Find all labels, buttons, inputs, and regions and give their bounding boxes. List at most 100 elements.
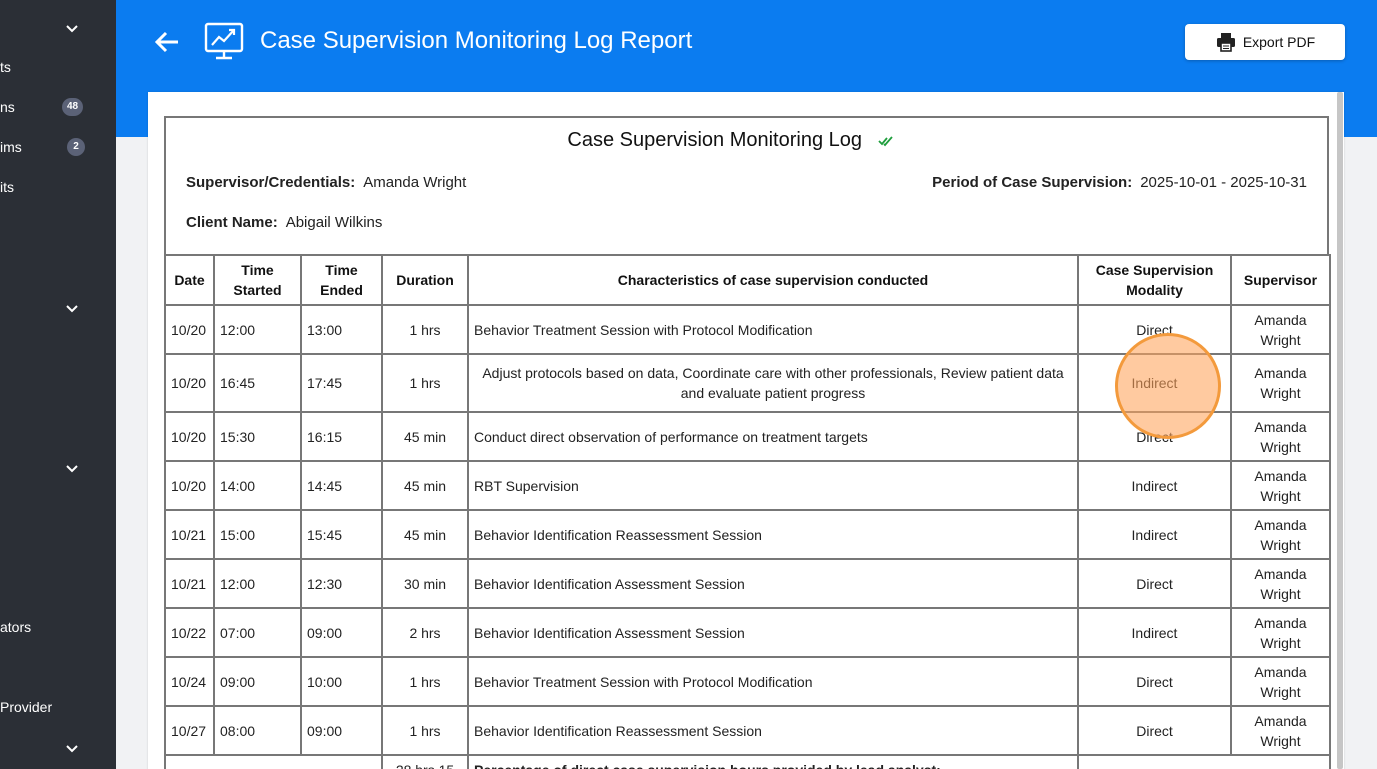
cell-modality: Direct — [1077, 656, 1232, 707]
sidebar-item-5[interactable]: ators — [0, 619, 31, 635]
double-check-icon — [877, 136, 893, 147]
table-row: 10/22 07:00 09:00 2 hrs Behavior Identif… — [164, 607, 1331, 658]
total-duration: 28 hrs 15 — [381, 754, 469, 769]
client-value: Abigail Wilkins — [285, 214, 383, 231]
export-pdf-button[interactable]: Export PDF — [1185, 24, 1345, 60]
chevron-down-icon[interactable] — [64, 300, 80, 316]
cell-modality: Indirect — [1077, 607, 1232, 658]
cell-duration: 1 hrs — [381, 353, 469, 413]
cell-time-ended: 16:15 — [300, 411, 383, 462]
table-row: 10/21 12:00 12:30 30 min Behavior Identi… — [164, 558, 1331, 609]
printer-icon — [1216, 33, 1235, 52]
cell-characteristics: Behavior Treatment Session with Protocol… — [467, 304, 1079, 355]
cell-duration: 1 hrs — [381, 304, 469, 355]
page-title: Case Supervision Monitoring Log Report — [260, 27, 693, 54]
cell-time-ended: 14:45 — [300, 460, 383, 511]
cell-supervisor: Amanda Wright — [1230, 558, 1331, 609]
chevron-down-icon[interactable] — [64, 460, 80, 476]
cell-date: 10/20 — [164, 304, 215, 355]
cell-time-ended: 17:45 — [300, 353, 383, 413]
chevron-down-icon[interactable] — [64, 20, 80, 36]
cell-supervisor: Amanda Wright — [1230, 411, 1331, 462]
scrollbar[interactable] — [1337, 92, 1343, 769]
back-button[interactable] — [152, 28, 182, 56]
cell-characteristics: Conduct direct observation of performanc… — [467, 411, 1079, 462]
column-header-date: Date — [164, 254, 215, 306]
sidebar-item-4[interactable]: its — [0, 179, 14, 195]
cell-date: 10/27 — [164, 705, 215, 756]
cell-time-started: 12:00 — [213, 558, 302, 609]
cell-time-started: 14:00 — [213, 460, 302, 511]
client-name: Client Name: Abigail Wilkins — [186, 214, 382, 231]
percentage-label: Percentage of direct case supervision ho… — [467, 754, 1079, 769]
cell-time-started: 07:00 — [213, 607, 302, 658]
sidebar-item-label: ims — [0, 139, 22, 155]
cell-time-started: 15:30 — [213, 411, 302, 462]
arrow-left-icon — [154, 31, 178, 53]
cell-date: 10/21 — [164, 509, 215, 560]
cell-modality: Direct — [1077, 558, 1232, 609]
report-title-text: Case Supervision Monitoring Log — [567, 129, 863, 151]
cell-supervisor: Amanda Wright — [1230, 353, 1331, 413]
cell-duration: 45 min — [381, 509, 469, 560]
cell-modality: Direct — [1077, 304, 1232, 355]
table-row: 10/20 15:30 16:15 45 min Conduct direct … — [164, 411, 1331, 462]
cell-supervisor: Amanda Wright — [1230, 509, 1331, 560]
column-header-supervisor: Supervisor — [1230, 254, 1331, 306]
cell-time-started: 16:45 — [213, 353, 302, 413]
cell-time-started: 09:00 — [213, 656, 302, 707]
sidebar-item-label: ators — [0, 619, 32, 635]
cell-time-ended: 09:00 — [300, 705, 383, 756]
sidebar-item-1[interactable]: ts — [0, 59, 11, 75]
table-row: 10/20 16:45 17:45 1 hrs Adjust protocols… — [164, 353, 1331, 413]
cell-characteristics: RBT Supervision — [467, 460, 1079, 511]
summary-empty-cell — [164, 754, 383, 769]
cell-characteristics: Adjust protocols based on data, Coordina… — [467, 353, 1079, 413]
cell-characteristics: Behavior Identification Reassessment Ses… — [467, 509, 1079, 560]
chevron-down-icon[interactable] — [64, 740, 80, 756]
cell-time-ended: 12:30 — [300, 558, 383, 609]
cell-modality: Indirect — [1077, 460, 1232, 511]
export-pdf-label: Export PDF — [1242, 34, 1316, 50]
period-label: Period of Case Supervision: — [932, 174, 1133, 191]
report-header-frame: Case Supervision Monitoring Log Supervis… — [164, 116, 1329, 256]
sidebar-item-2[interactable]: ns — [0, 99, 15, 115]
cell-duration: 1 hrs — [381, 656, 469, 707]
cell-supervisor: Amanda Wright — [1230, 304, 1331, 355]
sidebar-item-label: its — [0, 179, 14, 195]
cell-date: 10/20 — [164, 411, 215, 462]
supervision-period: Period of Case Supervision: 2025-10-01 - … — [932, 174, 1307, 191]
percentage-value-cell — [1077, 754, 1331, 769]
sidebar: ts ns 48 ims 2 its ators Provider — [0, 0, 116, 769]
cell-duration: 45 min — [381, 460, 469, 511]
cell-duration: 2 hrs — [381, 607, 469, 658]
table-row: 10/24 09:00 10:00 1 hrs Behavior Treatme… — [164, 656, 1331, 707]
cell-date: 10/24 — [164, 656, 215, 707]
table-summary-row: 28 hrs 15 Percentage of direct case supe… — [164, 754, 1331, 769]
period-value: 2025-10-01 - 2025-10-31 — [1140, 174, 1307, 191]
cell-duration: 30 min — [381, 558, 469, 609]
count-badge: 48 — [62, 98, 84, 116]
cell-duration: 45 min — [381, 411, 469, 462]
sidebar-item-label: Provider — [0, 699, 53, 715]
cell-date: 10/22 — [164, 607, 215, 658]
cell-characteristics: Behavior Treatment Session with Protocol… — [467, 656, 1079, 707]
cell-time-ended: 13:00 — [300, 304, 383, 355]
supervisor-credentials: Supervisor/Credentials: Amanda Wright — [186, 174, 466, 191]
cell-date: 10/20 — [164, 353, 215, 413]
table-row: 10/20 12:00 13:00 1 hrs Behavior Treatme… — [164, 304, 1331, 355]
table-row: 10/21 15:00 15:45 45 min Behavior Identi… — [164, 509, 1331, 560]
count-badge: 2 — [67, 138, 85, 156]
table-header-row: Date Time Started Time Ended Duration Ch… — [164, 254, 1331, 306]
column-header-modality: Case Supervision Modality — [1077, 254, 1232, 306]
cell-duration: 1 hrs — [381, 705, 469, 756]
sidebar-item-label: ns — [0, 99, 15, 115]
cell-characteristics: Behavior Identification Reassessment Ses… — [467, 705, 1079, 756]
cell-supervisor: Amanda Wright — [1230, 607, 1331, 658]
cell-time-ended: 09:00 — [300, 607, 383, 658]
client-label: Client Name: — [186, 214, 278, 231]
cell-modality: Indirect — [1077, 509, 1232, 560]
column-header-duration: Duration — [381, 254, 469, 306]
sidebar-item-6[interactable]: Provider — [0, 699, 52, 715]
sidebar-item-3[interactable]: ims — [0, 139, 22, 155]
